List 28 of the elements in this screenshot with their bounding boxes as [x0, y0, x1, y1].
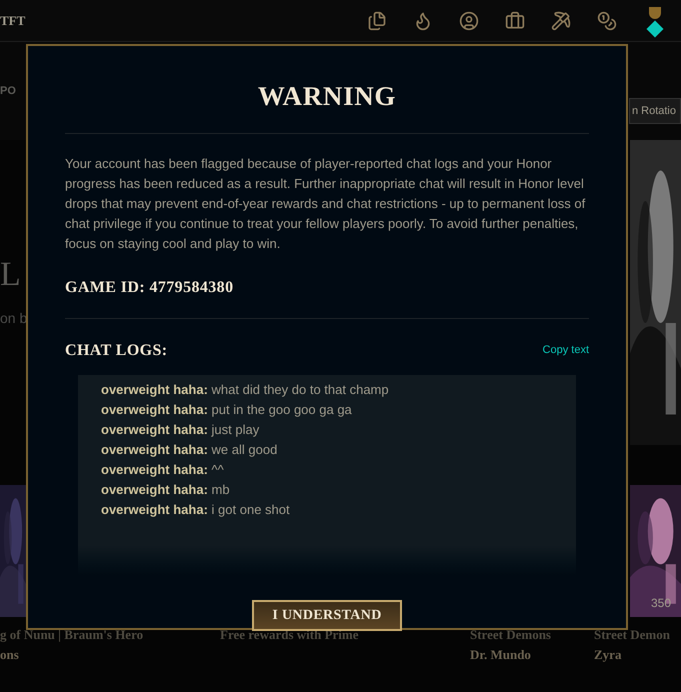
- shield-icon[interactable]: [649, 6, 661, 18]
- coins-icon[interactable]: [597, 10, 617, 30]
- card-subtitle: ons: [0, 646, 20, 664]
- warning-message: Your account has been flagged because of player-reported chat logs and your Honor progress has been reduced as a result. Further inappropriate chat will result in Honor level drops that may prevent end-of-year rewards and chat restrictions - up to permanent loss of chat privilege if you continue to treat your fellow players poorly. To avoid further penalties, focus on staying cool and play to win.: [65, 154, 586, 253]
- chat-logs-title: CHAT LOGS:: [65, 340, 168, 360]
- tab-label[interactable]: PO: [0, 82, 16, 100]
- game-id: GAME ID: 4779584380: [65, 278, 234, 298]
- card-subtitle: Zyra: [594, 646, 622, 664]
- chat-line: overweight haha: we all good: [101, 440, 278, 459]
- chat-line: overweight haha: just play: [101, 420, 260, 439]
- chat-line: overweight haha: i got one shot: [101, 500, 291, 519]
- nav-label[interactable]: TFT: [0, 10, 26, 30]
- chat-line: overweight haha: what did they do to that champ: [101, 380, 390, 399]
- chat-line: overweight haha: ^^: [101, 460, 225, 479]
- understand-button[interactable]: I UNDERSTAND: [252, 600, 402, 631]
- briefcase-icon[interactable]: [505, 10, 525, 30]
- chat-line: overweight haha: mb: [101, 480, 231, 499]
- copy-text-link[interactable]: Copy text: [542, 342, 589, 359]
- rotation-button[interactable]: n Rotatio: [628, 98, 681, 124]
- documents-icon[interactable]: [367, 10, 387, 30]
- hero-title: L: [0, 258, 22, 292]
- pickaxe-icon[interactable]: [551, 10, 571, 30]
- card-subtitle: Dr. Mundo: [470, 646, 532, 664]
- dialog-title: WARNING: [256, 80, 398, 113]
- profile-icon[interactable]: [459, 10, 479, 30]
- chat-line: overweight haha: put in the goo goo ga ga: [101, 400, 353, 419]
- card-title[interactable]: Street Demon: [594, 625, 681, 644]
- price-label: 350: [650, 595, 671, 611]
